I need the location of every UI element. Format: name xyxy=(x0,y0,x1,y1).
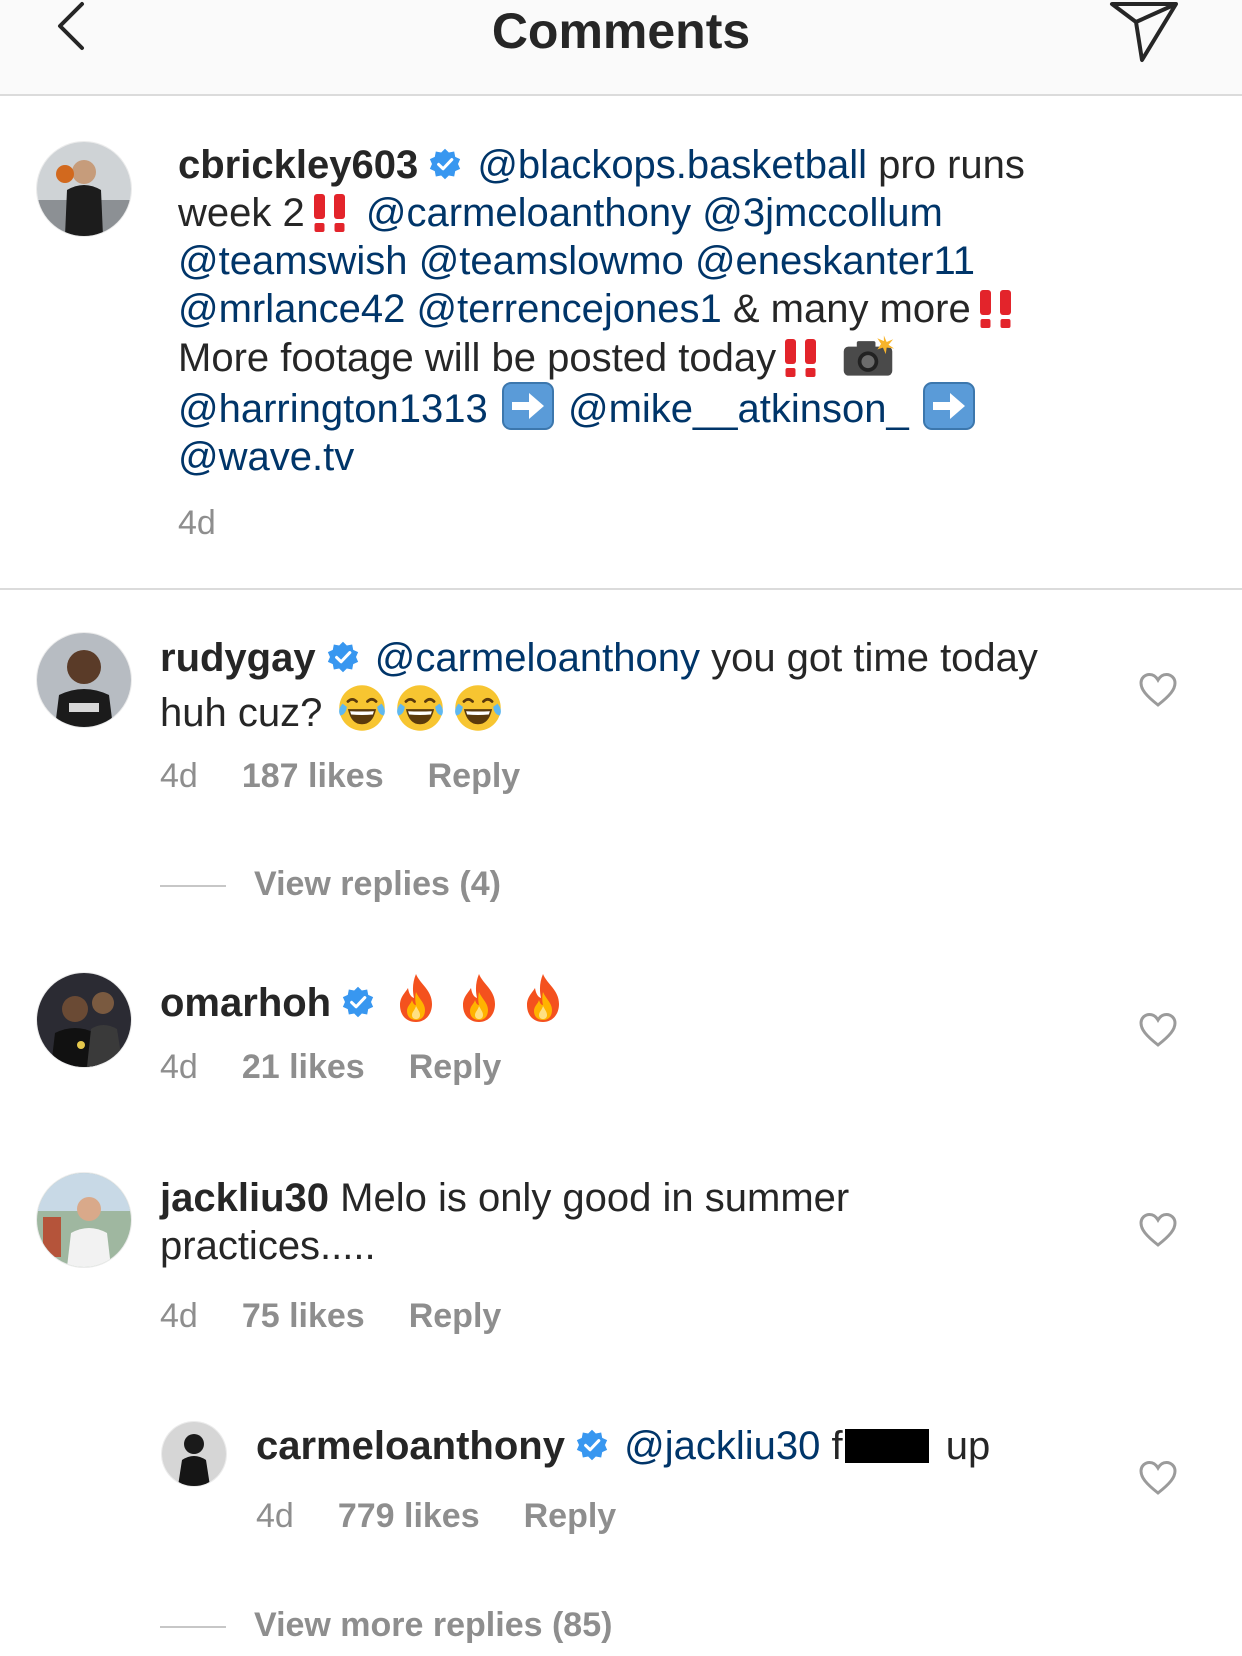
mention-link[interactable]: @mrlance42 xyxy=(178,287,405,331)
mention-link[interactable]: @3jmccollum xyxy=(702,191,943,235)
mention-link[interactable]: @terrencejones1 xyxy=(417,287,722,331)
tears-of-joy-emoji xyxy=(394,682,446,734)
comment-meta: 4d 187 likes Reply xyxy=(160,756,564,796)
comment-meta: 4d 21 likes Reply xyxy=(160,1047,545,1087)
avatar-jackliu30[interactable] xyxy=(37,1173,131,1267)
avatar-omarhoh[interactable] xyxy=(37,973,131,1067)
mention-link[interactable]: @jackliu30 xyxy=(624,1424,820,1468)
likes-count[interactable]: 75 likes xyxy=(242,1297,365,1335)
comment-text: rudygay @carmeloanthony you got time tod… xyxy=(160,636,1038,735)
tears-of-joy-emoji xyxy=(452,682,504,734)
comment-username[interactable]: rudygay xyxy=(160,636,316,680)
caption-divider xyxy=(0,588,1242,590)
caption-timestamp: 4d xyxy=(178,504,216,542)
reply-button[interactable]: Reply xyxy=(524,1497,617,1535)
reply-button[interactable]: Reply xyxy=(428,757,521,795)
verified-badge-icon xyxy=(428,147,462,181)
mention-link[interactable]: @carmeloanthony xyxy=(375,636,700,680)
send-direct-icon[interactable] xyxy=(1108,0,1180,64)
mention-link[interactable]: @teamslowmo xyxy=(419,239,684,283)
replies-line xyxy=(160,1626,226,1629)
heart-outline-icon[interactable] xyxy=(1138,1012,1178,1048)
top-bar: Comments xyxy=(0,0,1242,96)
reply-button[interactable]: Reply xyxy=(409,1048,502,1086)
page-title: Comments xyxy=(491,3,751,59)
reply-button[interactable]: Reply xyxy=(409,1297,502,1335)
right-arrow-emoji xyxy=(502,382,554,430)
view-replies-button[interactable]: View replies (4) xyxy=(160,864,501,904)
comment-timestamp: 4d xyxy=(160,1297,198,1335)
mention-link[interactable]: @eneskanter11 xyxy=(695,239,975,283)
double-exclamation-emoji xyxy=(974,286,1018,330)
avatar-cbrickley603[interactable] xyxy=(37,142,131,236)
verified-badge-icon xyxy=(575,1428,609,1462)
mention-link[interactable]: @carmeloanthony xyxy=(366,191,691,235)
comment-username[interactable]: jackliu30 xyxy=(160,1176,329,1220)
comment-text: jackliu30 Melo is only good in summer pr… xyxy=(160,1176,850,1268)
comment-timestamp: 4d xyxy=(160,1048,198,1086)
heart-outline-icon[interactable] xyxy=(1138,672,1178,708)
mention-link[interactable]: @wave.tv xyxy=(178,435,354,479)
fire-emoji xyxy=(520,972,566,1024)
mention-link[interactable]: @teamswish xyxy=(178,239,408,283)
fire-emoji xyxy=(393,972,439,1024)
double-exclamation-emoji xyxy=(779,335,823,379)
comment-username[interactable]: omarhoh xyxy=(160,981,331,1025)
mention-link[interactable]: @harrington1313 xyxy=(178,387,488,431)
verified-badge-icon xyxy=(341,985,375,1019)
reply-timestamp: 4d xyxy=(256,1497,294,1535)
avatar-carmeloanthony[interactable] xyxy=(162,1422,226,1486)
verified-badge-icon xyxy=(326,640,360,674)
reply-text: carmeloanthony @jackliu30 f up xyxy=(256,1424,991,1468)
likes-count[interactable]: 187 likes xyxy=(242,757,384,795)
double-exclamation-emoji xyxy=(308,190,352,234)
fire-emoji xyxy=(456,972,502,1024)
comment-meta: 4d 75 likes Reply xyxy=(160,1296,545,1336)
comment-text: omarhoh xyxy=(160,972,1040,1027)
comment-timestamp: 4d xyxy=(160,757,198,795)
avatar-rudygay[interactable] xyxy=(37,633,131,727)
mention-link[interactable]: @blackops.basketball xyxy=(477,143,867,187)
mention-link[interactable]: @mike__atkinson_ xyxy=(568,387,909,431)
view-more-replies-button[interactable]: View more replies (85) xyxy=(160,1605,612,1645)
reply-username[interactable]: carmeloanthony xyxy=(256,1424,565,1468)
right-arrow-emoji xyxy=(923,382,975,430)
redaction-bar xyxy=(844,1429,929,1463)
replies-line xyxy=(160,885,226,888)
caption-username[interactable]: cbrickley603 xyxy=(178,143,418,187)
likes-count[interactable]: 779 likes xyxy=(338,1497,480,1535)
likes-count[interactable]: 21 likes xyxy=(242,1048,365,1086)
caption-text: cbrickley603 @blackops.basketball pro ru… xyxy=(178,143,1025,479)
tears-of-joy-emoji xyxy=(336,682,388,734)
heart-outline-icon[interactable] xyxy=(1138,1460,1178,1496)
heart-outline-icon[interactable] xyxy=(1138,1212,1178,1248)
reply-meta: 4d 779 likes Reply xyxy=(256,1496,660,1536)
camera-flash-emoji xyxy=(840,333,896,379)
